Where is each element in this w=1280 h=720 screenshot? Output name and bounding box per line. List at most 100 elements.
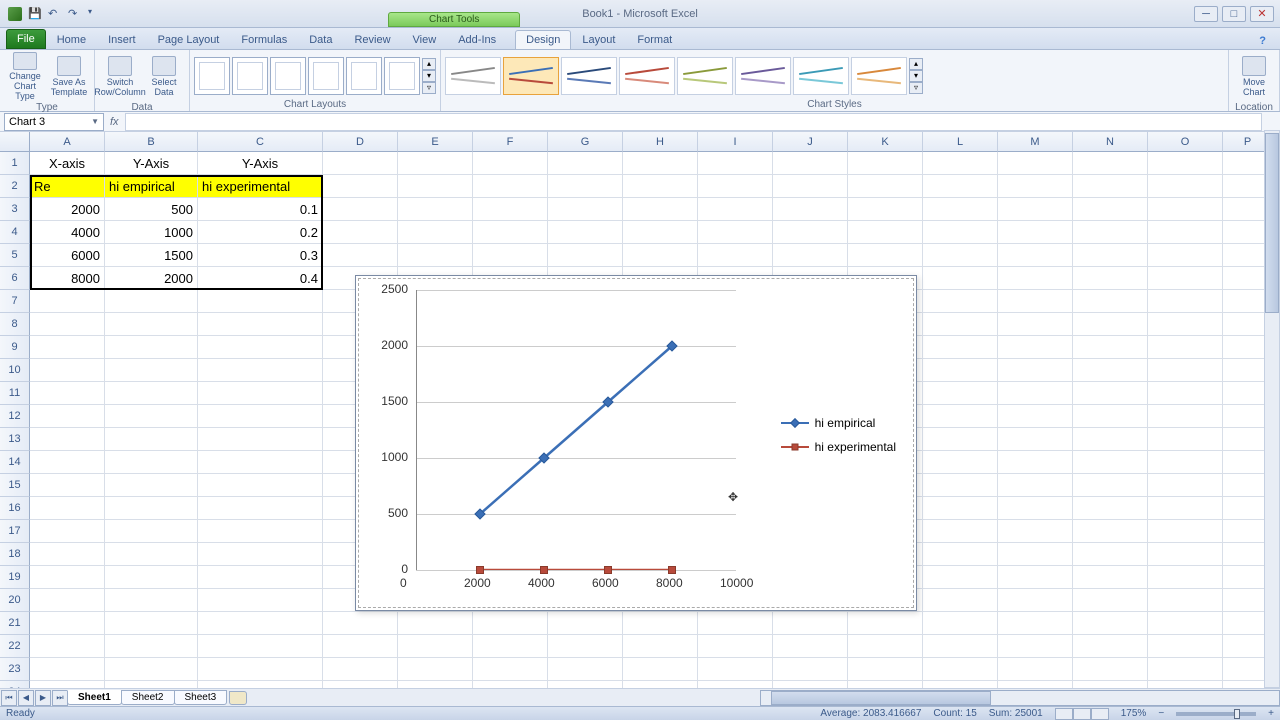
- cell-D23[interactable]: [323, 658, 398, 681]
- cell-F23[interactable]: [473, 658, 548, 681]
- cell-B1[interactable]: Y-Axis: [105, 152, 198, 175]
- cell-C5[interactable]: 0.3: [198, 244, 323, 267]
- row-header-14[interactable]: 14: [0, 451, 30, 474]
- cell-D2[interactable]: [323, 175, 398, 198]
- cell-A12[interactable]: [30, 405, 105, 428]
- cell-M19[interactable]: [998, 566, 1073, 589]
- zoom-out-button[interactable]: −: [1158, 708, 1164, 719]
- cell-O7[interactable]: [1148, 290, 1223, 313]
- row-header-12[interactable]: 12: [0, 405, 30, 428]
- cell-D22[interactable]: [323, 635, 398, 658]
- row-header-11[interactable]: 11: [0, 382, 30, 405]
- cell-B14[interactable]: [105, 451, 198, 474]
- cell-K22[interactable]: [848, 635, 923, 658]
- cell-N23[interactable]: [1073, 658, 1148, 681]
- switch-row-column-button[interactable]: Switch Row/Column: [99, 52, 141, 102]
- column-header-O[interactable]: O: [1148, 132, 1223, 152]
- cell-C20[interactable]: [198, 589, 323, 612]
- tab-layout[interactable]: Layout: [571, 30, 626, 49]
- cell-A6[interactable]: 8000: [30, 267, 105, 290]
- cell-A5[interactable]: 6000: [30, 244, 105, 267]
- row-header-20[interactable]: 20: [0, 589, 30, 612]
- cell-O18[interactable]: [1148, 543, 1223, 566]
- tab-addins[interactable]: Add-Ins: [447, 30, 507, 49]
- cell-B4[interactable]: 1000: [105, 221, 198, 244]
- cell-K23[interactable]: [848, 658, 923, 681]
- cell-O3[interactable]: [1148, 198, 1223, 221]
- cell-B17[interactable]: [105, 520, 198, 543]
- cell-G2[interactable]: [548, 175, 623, 198]
- cell-L11[interactable]: [923, 382, 998, 405]
- row-header-19[interactable]: 19: [0, 566, 30, 589]
- row-header-21[interactable]: 21: [0, 612, 30, 635]
- cell-O19[interactable]: [1148, 566, 1223, 589]
- move-chart-button[interactable]: Move Chart: [1233, 52, 1275, 102]
- cell-N10[interactable]: [1073, 359, 1148, 382]
- cell-B3[interactable]: 500: [105, 198, 198, 221]
- cell-A21[interactable]: [30, 612, 105, 635]
- cell-A23[interactable]: [30, 658, 105, 681]
- cell-C17[interactable]: [198, 520, 323, 543]
- chart-layout-5[interactable]: [346, 57, 382, 95]
- cell-O9[interactable]: [1148, 336, 1223, 359]
- cell-N8[interactable]: [1073, 313, 1148, 336]
- cell-H21[interactable]: [623, 612, 698, 635]
- cell-C7[interactable]: [198, 290, 323, 313]
- cell-J21[interactable]: [773, 612, 848, 635]
- cell-B2[interactable]: hi empirical: [105, 175, 198, 198]
- column-header-J[interactable]: J: [773, 132, 848, 152]
- cell-F1[interactable]: [473, 152, 548, 175]
- cell-L14[interactable]: [923, 451, 998, 474]
- cell-L5[interactable]: [923, 244, 998, 267]
- cell-C6[interactable]: 0.4: [198, 267, 323, 290]
- row-header-7[interactable]: 7: [0, 290, 30, 313]
- chart-style-3[interactable]: [561, 57, 617, 95]
- style-scroll[interactable]: ▴▾▿: [909, 58, 923, 94]
- tab-format[interactable]: Format: [626, 30, 683, 49]
- cell-H4[interactable]: [623, 221, 698, 244]
- cell-A16[interactable]: [30, 497, 105, 520]
- sheet-tab-2[interactable]: Sheet2: [121, 690, 175, 705]
- chart-style-4[interactable]: [619, 57, 675, 95]
- row-header-1[interactable]: 1: [0, 152, 30, 175]
- tab-page-layout[interactable]: Page Layout: [147, 30, 231, 49]
- cell-N14[interactable]: [1073, 451, 1148, 474]
- cell-A22[interactable]: [30, 635, 105, 658]
- zoom-in-button[interactable]: +: [1268, 708, 1274, 719]
- sheet-nav-next[interactable]: ▶: [35, 690, 51, 706]
- chart-layout-2[interactable]: [232, 57, 268, 95]
- maximize-button[interactable]: □: [1222, 6, 1246, 22]
- cell-C10[interactable]: [198, 359, 323, 382]
- cell-A15[interactable]: [30, 474, 105, 497]
- cell-L21[interactable]: [923, 612, 998, 635]
- embedded-chart[interactable]: 0500100015002000250002000400060008000100…: [355, 275, 917, 611]
- cell-K5[interactable]: [848, 244, 923, 267]
- cell-H3[interactable]: [623, 198, 698, 221]
- cell-L16[interactable]: [923, 497, 998, 520]
- cell-M12[interactable]: [998, 405, 1073, 428]
- sheet-nav-prev[interactable]: ◀: [18, 690, 34, 706]
- cell-B19[interactable]: [105, 566, 198, 589]
- cell-A7[interactable]: [30, 290, 105, 313]
- cell-O14[interactable]: [1148, 451, 1223, 474]
- cell-M7[interactable]: [998, 290, 1073, 313]
- cell-C3[interactable]: 0.1: [198, 198, 323, 221]
- cell-H22[interactable]: [623, 635, 698, 658]
- tab-home[interactable]: Home: [46, 30, 97, 49]
- redo-icon[interactable]: ↷: [68, 7, 82, 21]
- cell-N9[interactable]: [1073, 336, 1148, 359]
- cell-I2[interactable]: [698, 175, 773, 198]
- cell-L7[interactable]: [923, 290, 998, 313]
- cell-C14[interactable]: [198, 451, 323, 474]
- cell-E1[interactable]: [398, 152, 473, 175]
- cell-M2[interactable]: [998, 175, 1073, 198]
- cell-J5[interactable]: [773, 244, 848, 267]
- cell-I23[interactable]: [698, 658, 773, 681]
- cell-L17[interactable]: [923, 520, 998, 543]
- cell-E21[interactable]: [398, 612, 473, 635]
- column-header-H[interactable]: H: [623, 132, 698, 152]
- row-header-4[interactable]: 4: [0, 221, 30, 244]
- cell-N6[interactable]: [1073, 267, 1148, 290]
- change-chart-type-button[interactable]: Change Chart Type: [4, 52, 46, 102]
- cell-M14[interactable]: [998, 451, 1073, 474]
